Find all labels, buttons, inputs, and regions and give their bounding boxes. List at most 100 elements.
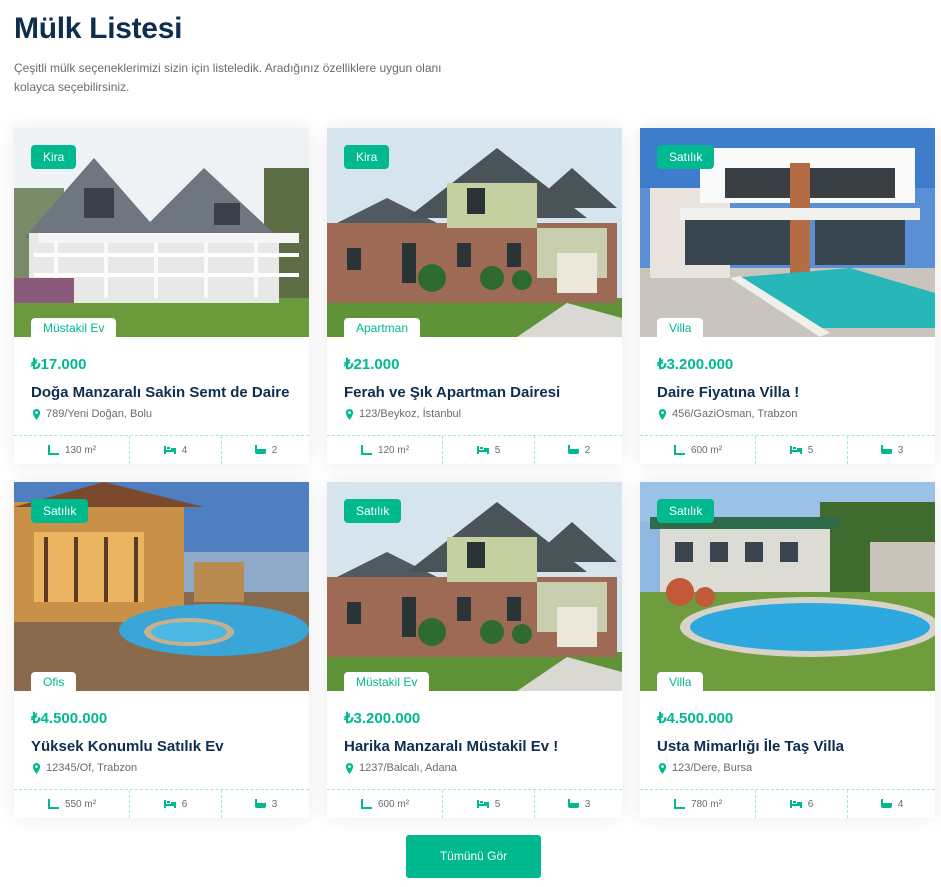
map-marker-icon	[32, 408, 41, 420]
area-value: 600 m²	[690, 444, 723, 456]
property-card[interactable]: Kira Apartman ₺21.000 Ferah ve Şık Apart…	[327, 128, 622, 464]
type-badge: Müstakil Ev	[31, 318, 117, 337]
type-badge: Villa	[657, 672, 704, 691]
baths-value: 3	[271, 798, 278, 810]
baths-stat: 4	[847, 790, 935, 818]
area-value: 120 m²	[377, 444, 410, 456]
property-price: ₺4.500.000	[31, 710, 108, 727]
bath-icon	[254, 799, 266, 808]
map-marker-icon	[658, 762, 667, 774]
status-badge: Kira	[344, 145, 390, 169]
beds-stat: 6	[755, 790, 847, 818]
status-badge: Satılık	[344, 499, 402, 523]
location-text: 123/Beykoz, İstanbul	[359, 408, 462, 420]
status-badge: Satılık	[657, 499, 715, 523]
ruler-icon	[360, 799, 372, 809]
property-title-link[interactable]: Usta Mimarlığı İle Taş Villa	[657, 738, 844, 755]
property-location: 12345/Of, Trabzon	[31, 762, 137, 774]
ruler-icon	[673, 799, 685, 809]
property-card[interactable]: Satılık Müstakil Ev ₺3.200.000 Harika Ma…	[327, 482, 622, 818]
status-badge: Satılık	[657, 145, 715, 169]
area-value: 550 m²	[64, 798, 97, 810]
beds-stat: 5	[442, 436, 534, 464]
property-price: ₺21.000	[344, 356, 400, 373]
baths-stat: 3	[534, 790, 622, 818]
view-all-button[interactable]: Tümünü Gör	[406, 835, 541, 878]
bed-icon	[789, 800, 802, 808]
ruler-icon	[47, 799, 59, 809]
beds-value: 5	[494, 798, 501, 810]
property-grid: Kira Müstakil Ev ₺17.000 Doğa Manzaralı …	[14, 128, 935, 818]
location-text: 456/GaziOsman, Trabzon	[672, 408, 798, 420]
map-marker-icon	[32, 762, 41, 774]
property-card[interactable]: Satılık Villa ₺3.200.000 Daire Fiyatına …	[640, 128, 935, 464]
property-card[interactable]: Satılık Ofis ₺4.500.000 Yüksek Konumlu S…	[14, 482, 309, 818]
bath-icon	[254, 445, 266, 454]
location-text: 123/Dere, Bursa	[672, 762, 753, 774]
status-badge: Kira	[31, 145, 77, 169]
property-title-link[interactable]: Yüksek Konumlu Satılık Ev	[31, 738, 224, 755]
property-title-link[interactable]: Harika Manzaralı Müstakil Ev !	[344, 738, 558, 755]
property-price: ₺3.200.000	[657, 356, 734, 373]
area-value: 600 m²	[377, 798, 410, 810]
beds-value: 4	[181, 444, 188, 456]
beds-stat: 4	[129, 436, 221, 464]
property-price: ₺4.500.000	[657, 710, 734, 727]
area-stat: 130 m²	[14, 436, 129, 464]
property-stats: 120 m² 5 2	[327, 435, 622, 464]
property-card[interactable]: Kira Müstakil Ev ₺17.000 Doğa Manzaralı …	[14, 128, 309, 464]
location-text: 12345/Of, Trabzon	[46, 762, 138, 774]
beds-value: 5	[494, 444, 501, 456]
beds-stat: 6	[129, 790, 221, 818]
beds-value: 6	[181, 798, 188, 810]
property-location: 1237/Balcalı, Adana	[344, 762, 457, 774]
type-badge: Apartman	[344, 318, 421, 337]
property-stats: 780 m² 6 4	[640, 789, 935, 818]
baths-value: 4	[897, 798, 904, 810]
bath-icon	[880, 799, 892, 808]
bed-icon	[163, 800, 176, 808]
bed-icon	[476, 800, 489, 808]
bed-icon	[163, 446, 176, 454]
type-badge: Villa	[657, 318, 704, 337]
property-title-link[interactable]: Daire Fiyatına Villa !	[657, 384, 799, 401]
ruler-icon	[47, 445, 59, 455]
property-card[interactable]: Satılık Villa ₺4.500.000 Usta Mimarlığı …	[640, 482, 935, 818]
property-location: 789/Yeni Doğan, Bolu	[31, 408, 152, 420]
bath-icon	[880, 445, 892, 454]
area-stat: 600 m²	[640, 436, 755, 464]
map-marker-icon	[658, 408, 667, 420]
baths-stat: 2	[534, 436, 622, 464]
property-location: 123/Dere, Bursa	[657, 762, 752, 774]
location-text: 789/Yeni Doğan, Bolu	[46, 408, 153, 420]
property-title-link[interactable]: Doğa Manzaralı Sakin Semt de Daire	[31, 384, 289, 401]
location-text: 1237/Balcalı, Adana	[359, 762, 457, 774]
ruler-icon	[673, 445, 685, 455]
baths-stat: 3	[847, 436, 935, 464]
property-stats: 130 m² 4 2	[14, 435, 309, 464]
area-stat: 550 m²	[14, 790, 129, 818]
area-value: 780 m²	[690, 798, 723, 810]
map-marker-icon	[345, 762, 354, 774]
bed-icon	[476, 446, 489, 454]
property-price: ₺17.000	[31, 356, 87, 373]
baths-value: 2	[271, 444, 278, 456]
baths-stat: 3	[221, 790, 309, 818]
beds-stat: 5	[755, 436, 847, 464]
property-stats: 600 m² 5 3	[327, 789, 622, 818]
property-location: 456/GaziOsman, Trabzon	[657, 408, 797, 420]
property-stats: 550 m² 6 3	[14, 789, 309, 818]
property-title-link[interactable]: Ferah ve Şık Apartman Dairesi	[344, 384, 560, 401]
area-value: 130 m²	[64, 444, 97, 456]
bed-icon	[789, 446, 802, 454]
beds-value: 6	[807, 798, 814, 810]
type-badge: Ofis	[31, 672, 77, 691]
area-stat: 780 m²	[640, 790, 755, 818]
beds-stat: 5	[442, 790, 534, 818]
baths-stat: 2	[221, 436, 309, 464]
beds-value: 5	[807, 444, 814, 456]
ruler-icon	[360, 445, 372, 455]
property-location: 123/Beykoz, İstanbul	[344, 408, 461, 420]
type-badge: Müstakil Ev	[344, 672, 430, 691]
property-stats: 600 m² 5 3	[640, 435, 935, 464]
